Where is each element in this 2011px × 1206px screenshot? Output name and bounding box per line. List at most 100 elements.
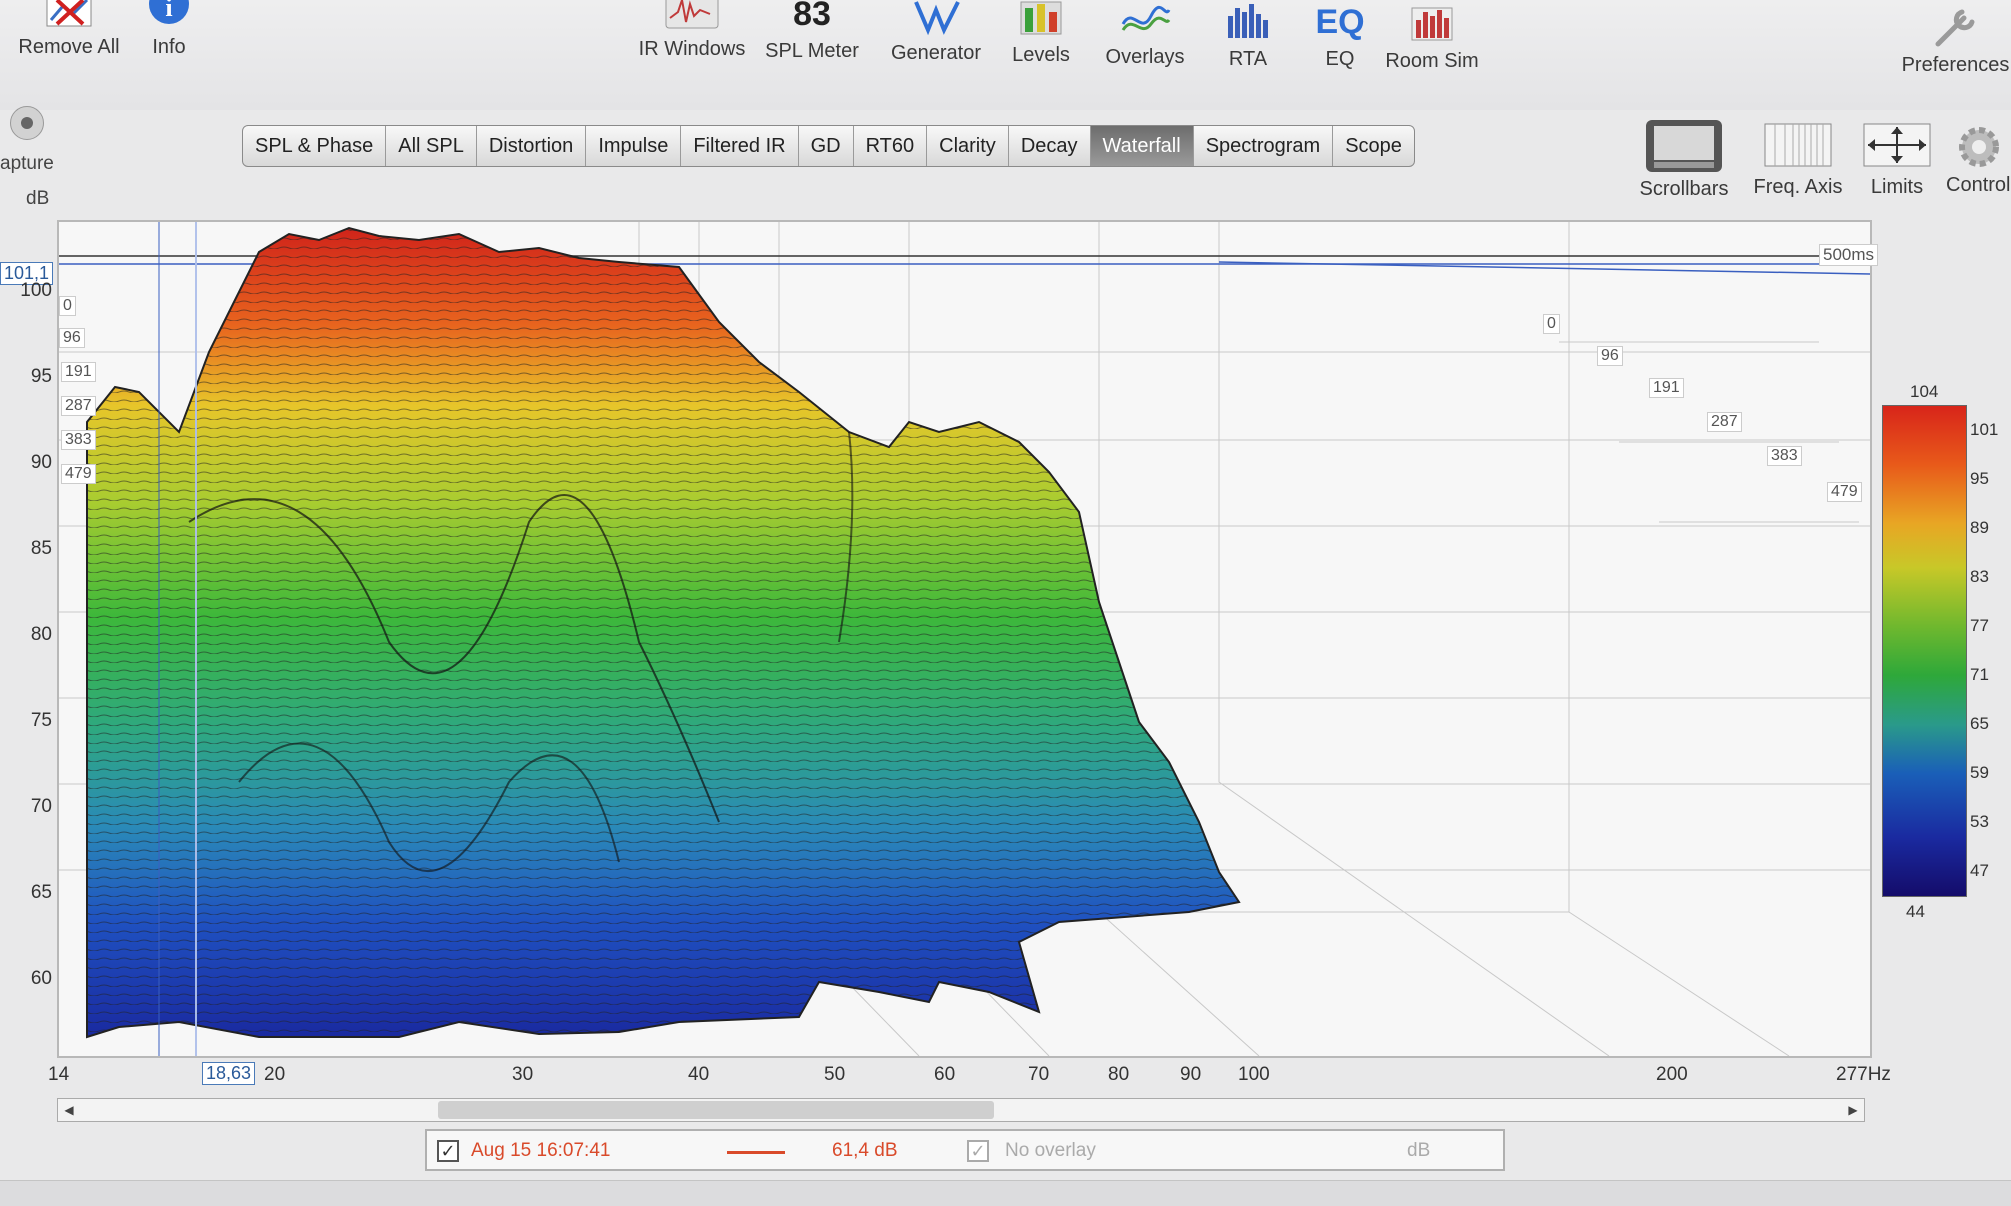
tab-decay[interactable]: Decay <box>1009 126 1091 166</box>
ir-windows-icon <box>662 0 722 32</box>
generator-icon <box>906 0 966 36</box>
scroll-left-arrow-icon[interactable]: ◀ <box>60 1101 78 1119</box>
y-tick: 100 <box>20 280 52 301</box>
info-button[interactable]: i Info <box>134 0 204 59</box>
preferences-label: Preferences <box>1901 54 2010 76</box>
remove-all-icon <box>39 0 99 30</box>
tab-all-spl[interactable]: All SPL <box>386 126 477 166</box>
spl-meter-button[interactable]: 83 SPL Meter <box>762 0 862 63</box>
colour-scale-bar <box>1882 405 1967 897</box>
ir-windows-label: IR Windows <box>638 38 746 60</box>
ir-windows-button[interactable]: IR Windows <box>634 0 750 61</box>
colour-scale-tick: 95 <box>1970 469 1989 488</box>
freq-axis-button[interactable]: Freq. Axis <box>1748 122 1848 199</box>
levels-button[interactable]: Levels <box>1006 0 1076 67</box>
tab-clarity[interactable]: Clarity <box>927 126 1009 166</box>
status-strip <box>0 1180 2011 1206</box>
info-icon: i <box>139 0 199 30</box>
measurement-checkbox[interactable]: ✓ <box>437 1140 459 1162</box>
remove-all-button[interactable]: Remove All <box>14 0 124 59</box>
tab-spl-phase[interactable]: SPL & Phase <box>243 126 387 166</box>
trace-color-swatch <box>727 1151 785 1154</box>
x-tick: 80 <box>1108 1064 1130 1085</box>
y-tick: 75 <box>30 710 52 731</box>
generator-button[interactable]: Generator <box>886 0 986 65</box>
x-tick: 14 <box>48 1064 70 1085</box>
freq-axis-icon <box>1764 122 1832 167</box>
x-tick: 200 <box>1656 1064 1688 1085</box>
preferences-button[interactable]: Preferences <box>1900 8 2011 77</box>
spl-meter-label: SPL Meter <box>765 40 859 62</box>
colour-scale-tick: 89 <box>1970 518 1989 537</box>
time-slice-back: 383 <box>1767 446 1802 466</box>
overlay-label: No overlay <box>1005 1140 1096 1161</box>
rta-label: RTA <box>1228 48 1268 70</box>
y-tick: 90 <box>30 452 52 473</box>
main-toolbar: Remove All i Info IR Windows 83 SPL Mete… <box>0 0 2011 110</box>
camera-icon <box>21 117 33 129</box>
overlay-checkbox[interactable]: ✓ <box>967 1140 989 1162</box>
colour-scale-min: 44 <box>1906 902 1925 921</box>
x-tick: 100 <box>1238 1064 1270 1085</box>
room-sim-button[interactable]: Room Sim <box>1382 4 1482 73</box>
x-tick: 30 <box>512 1064 534 1085</box>
colour-scale-tick: 77 <box>1970 616 1989 635</box>
scrollbars-icon <box>1646 118 1722 172</box>
time-slice-back: 287 <box>1707 412 1742 432</box>
horizontal-scrollbar[interactable]: ◀ ▶ <box>57 1098 1865 1122</box>
x-tick: 20 <box>264 1064 286 1085</box>
graph-tab-bar: SPL & Phase All SPL Distortion Impulse F… <box>242 125 1415 167</box>
time-slice-back: 191 <box>1649 378 1684 398</box>
time-slice-back: 479 <box>1827 482 1862 502</box>
colour-scale-tick: 53 <box>1970 812 1989 831</box>
db-unit-label: dB <box>26 188 50 209</box>
waterfall-graph[interactable]: 500ms 0 96 191 287 383 479 0 96 191 287 … <box>57 220 1879 1058</box>
controls-button[interactable]: Control <box>1946 124 2011 197</box>
capture-button[interactable] <box>10 106 44 140</box>
time-slice-front: 479 <box>61 464 96 484</box>
y-tick: 85 <box>30 538 52 559</box>
colour-scale-tick: 47 <box>1970 861 1989 880</box>
spl-meter-icon: 83 <box>782 0 842 34</box>
eq-label: EQ <box>1325 48 1355 70</box>
tab-impulse[interactable]: Impulse <box>586 126 682 166</box>
colour-scale-max: 104 <box>1910 382 1939 401</box>
colour-scale-tick: 59 <box>1970 763 1989 782</box>
y-tick: 80 <box>30 624 52 645</box>
levels-label: Levels <box>1012 44 1070 66</box>
wrench-icon <box>1926 8 1986 48</box>
y-tick: 65 <box>30 882 52 903</box>
scrollbars-button[interactable]: Scrollbars <box>1636 118 1732 201</box>
tab-rt60[interactable]: RT60 <box>854 126 928 166</box>
limits-button[interactable]: Limits <box>1862 122 1932 199</box>
y-tick: 60 <box>30 968 52 989</box>
cursor-freq-readout: 18,63 <box>202 1062 256 1085</box>
tab-spectrogram[interactable]: Spectrogram <box>1194 126 1334 166</box>
room-sim-icon <box>1402 4 1462 44</box>
levels-icon <box>1011 0 1071 38</box>
time-slice-back: 96 <box>1597 346 1623 366</box>
tab-waterfall[interactable]: Waterfall <box>1090 126 1194 166</box>
time-slice-front: 191 <box>61 362 96 382</box>
rta-icon <box>1218 2 1278 42</box>
y-tick: 95 <box>30 366 52 387</box>
generator-label: Generator <box>890 42 982 64</box>
eq-button[interactable]: EQ EQ <box>1310 2 1370 71</box>
rta-button[interactable]: RTA <box>1218 2 1278 71</box>
time-slice-front: 96 <box>59 328 85 348</box>
time-slice-front: 0 <box>59 296 76 316</box>
y-tick: 70 <box>30 796 52 817</box>
scrollbar-thumb[interactable] <box>438 1101 994 1119</box>
tab-distortion[interactable]: Distortion <box>477 126 587 166</box>
spl-meter-value: 83 <box>793 0 831 33</box>
overlays-button[interactable]: Overlays <box>1100 0 1190 69</box>
remove-all-label: Remove All <box>18 36 120 58</box>
waterfall-surface <box>86 226 1241 1039</box>
tab-gd[interactable]: GD <box>799 126 854 166</box>
tab-filtered-ir[interactable]: Filtered IR <box>681 126 799 166</box>
tab-scope[interactable]: Scope <box>1333 126 1414 166</box>
overlays-icon <box>1115 0 1175 40</box>
colour-scale-tick: 83 <box>1970 567 1989 586</box>
scroll-right-arrow-icon[interactable]: ▶ <box>1844 1101 1862 1119</box>
measurement-legend: ✓ Aug 15 16:07:41 61,4 dB ✓ No overlay d… <box>425 1129 1505 1171</box>
